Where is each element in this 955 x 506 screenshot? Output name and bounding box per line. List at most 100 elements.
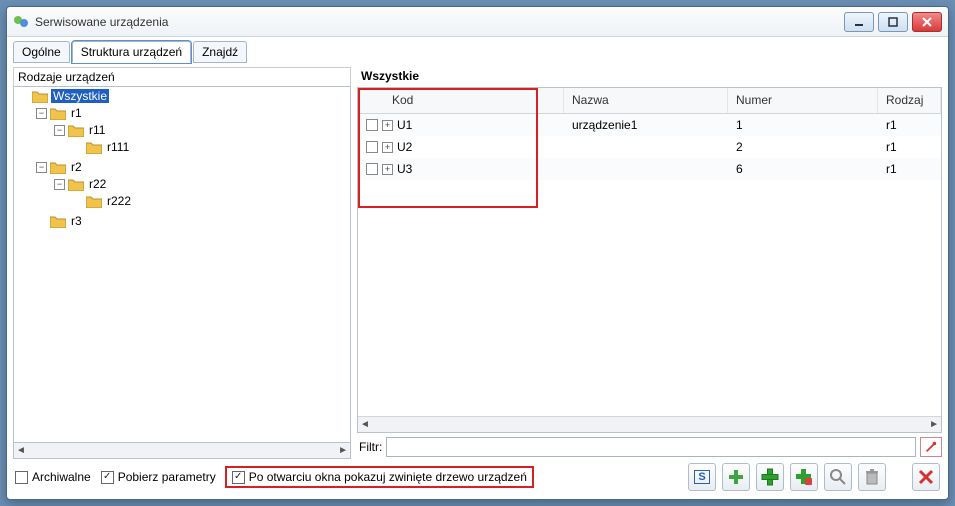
col-header-rodzaj[interactable]: Rodzaj [878, 88, 941, 113]
tree-header: Rodzaje urządzeń [13, 67, 351, 86]
row-checkbox[interactable] [366, 119, 378, 131]
checkbox-fetch-params[interactable]: Pobierz parametry [101, 470, 216, 484]
add-warn-button[interactable] [790, 463, 818, 491]
tree-node-r22[interactable]: − r22 [52, 176, 350, 192]
tree-label: r111 [105, 140, 131, 154]
window-buttons [844, 12, 942, 32]
folder-icon [68, 178, 84, 191]
cell-rodzaj: r1 [886, 162, 897, 176]
row-checkbox[interactable] [366, 163, 378, 175]
window-title: Serwisowane urządzenia [35, 15, 844, 29]
checkbox-icon [15, 471, 28, 484]
col-header-kod[interactable]: Kod [358, 88, 564, 113]
collapse-icon[interactable]: − [36, 162, 47, 173]
tree-h-scrollbar[interactable]: ◄ ► [13, 443, 351, 459]
checkbox-label: Archiwalne [32, 470, 91, 484]
tree-label: r11 [87, 123, 107, 137]
checkbox-collapse-tree[interactable]: Po otwarciu okna pokazuj zwinięte drzewo… [226, 467, 533, 487]
folder-icon [50, 215, 66, 228]
spacer-icon [36, 216, 47, 227]
folder-open-icon [32, 90, 48, 103]
app-icon [13, 14, 29, 30]
tree-node-r1[interactable]: − r1 [34, 105, 350, 121]
tree-root[interactable]: Wszystkie [16, 88, 350, 104]
add-small-button[interactable] [722, 463, 750, 491]
scroll-right-icon[interactable]: ► [929, 419, 939, 430]
row-checkbox[interactable] [366, 141, 378, 153]
grid-body: +U1 urządzenie1 1 r1 + U2 2 r1 + U3 [358, 114, 941, 416]
tree-node-r2[interactable]: − r2 [34, 159, 350, 175]
filter-label: Filtr: [357, 440, 382, 454]
expand-icon[interactable]: + [382, 164, 393, 175]
cell-numer: 6 [736, 162, 743, 176]
collapse-icon[interactable]: − [54, 179, 65, 190]
folder-icon [86, 195, 102, 208]
filter-clear-button[interactable] [920, 437, 942, 457]
checkbox-label: Pobierz parametry [118, 470, 216, 484]
expand-icon[interactable]: + [382, 120, 393, 131]
left-pane: Rodzaje urządzeń Wszystkie [13, 67, 351, 459]
grid: Kod Nazwa Numer Rodzaj +U1 urządzenie1 1… [357, 87, 942, 433]
action-toolbar: S [688, 463, 940, 491]
col-header-nazwa[interactable]: Nazwa [564, 88, 728, 113]
scroll-left-icon[interactable]: ◄ [360, 419, 370, 430]
maximize-button[interactable] [878, 12, 908, 32]
title-bar: Serwisowane urządzenia [7, 7, 948, 37]
checkbox-label: Po otwarciu okna pokazuj zwinięte drzewo… [249, 470, 527, 484]
grid-row[interactable]: +U1 urządzenie1 1 r1 [358, 114, 941, 136]
button-s[interactable]: S [688, 463, 716, 491]
scroll-left-icon[interactable]: ◄ [16, 445, 26, 456]
cell-rodzaj: r1 [886, 140, 897, 154]
tab-strip: Ogólne Struktura urządzeń Znajdź [13, 41, 942, 63]
search-button[interactable] [824, 463, 852, 491]
app-window: Serwisowane urządzenia Ogólne Struktura … [6, 6, 949, 500]
checkbox-checked-icon [101, 471, 114, 484]
minimize-button[interactable] [844, 12, 874, 32]
tab-general[interactable]: Ogólne [13, 41, 70, 63]
grid-row[interactable]: + U2 2 r1 [358, 136, 941, 158]
tree-label: r2 [69, 160, 84, 174]
tree-node-r222[interactable]: r222 [70, 193, 350, 209]
spacer-icon [18, 91, 29, 102]
cell-numer: 2 [736, 140, 743, 154]
expand-icon[interactable]: + [382, 142, 393, 153]
filter-row: Filtr: [357, 433, 942, 459]
close-button[interactable] [912, 12, 942, 32]
tree-view[interactable]: Wszystkie − r1 [13, 86, 351, 443]
tree-label: r222 [105, 194, 133, 208]
tree-node-r11[interactable]: − r11 [52, 122, 350, 138]
cell-nazwa: urządzenie1 [572, 118, 637, 132]
tree-node-r3[interactable]: r3 [34, 213, 350, 229]
cell-numer: 1 [736, 118, 743, 132]
bottom-bar: Archiwalne Pobierz parametry Po otwarciu… [13, 459, 942, 493]
tree-label: r1 [69, 106, 84, 120]
col-header-numer[interactable]: Numer [728, 88, 878, 113]
close-panel-button[interactable] [912, 463, 940, 491]
cell-kod: U2 [397, 140, 412, 154]
collapse-icon[interactable]: − [54, 125, 65, 136]
add-button[interactable] [756, 463, 784, 491]
grid-header: Kod Nazwa Numer Rodzaj [358, 88, 941, 114]
collapse-icon[interactable]: − [36, 108, 47, 119]
delete-button[interactable] [858, 463, 886, 491]
grid-h-scrollbar[interactable]: ◄ ► [358, 416, 941, 432]
filter-input[interactable] [386, 437, 916, 457]
tree-root-label: Wszystkie [51, 89, 109, 103]
client-area: Ogólne Struktura urządzeń Znajdź Rodzaje… [7, 37, 948, 499]
checkbox-checked-icon [232, 471, 245, 484]
right-pane: Wszystkie Kod Nazwa Numer Rodzaj +U1 urz… [357, 67, 942, 459]
folder-icon [50, 107, 66, 120]
checkbox-archive[interactable]: Archiwalne [15, 470, 91, 484]
main-split: Rodzaje urządzeń Wszystkie [13, 67, 942, 459]
tab-structure[interactable]: Struktura urządzeń [72, 41, 191, 63]
tree-node-r111[interactable]: r111 [70, 139, 350, 155]
spacer-icon [72, 142, 83, 153]
tree-label: r22 [87, 177, 108, 191]
scroll-right-icon[interactable]: ► [338, 445, 348, 456]
cell-kod: U3 [397, 162, 412, 176]
letter-s-icon: S [694, 470, 709, 484]
folder-icon [50, 161, 66, 174]
spacer-icon [72, 196, 83, 207]
tab-find[interactable]: Znajdź [193, 41, 247, 63]
grid-row[interactable]: + U3 6 r1 [358, 158, 941, 180]
